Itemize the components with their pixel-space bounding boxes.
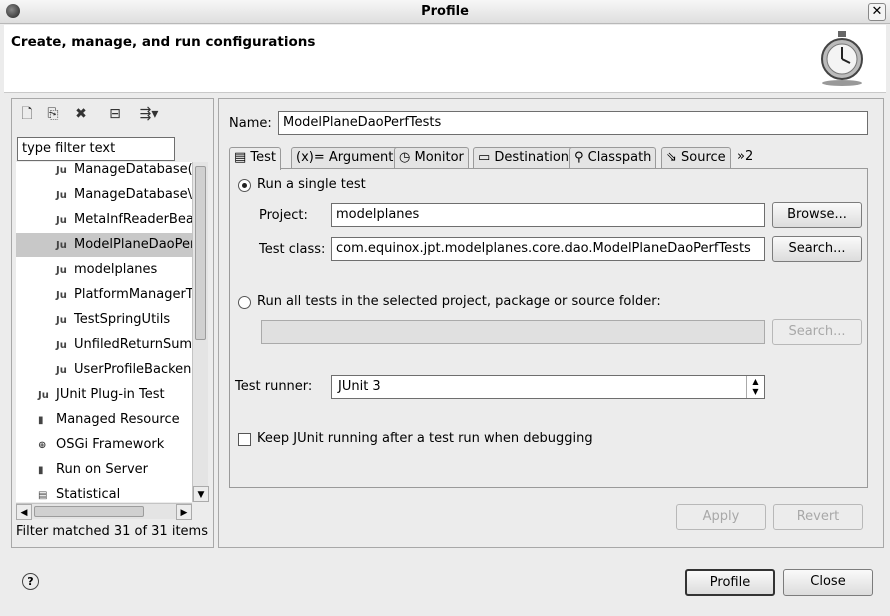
tab-source[interactable]: ⇘ Source <box>661 147 731 169</box>
junit-icon: Ju <box>56 240 67 251</box>
tree-item[interactable]: Ju ManageDatabase\ <box>56 183 192 207</box>
test-class-field[interactable]: com.equinox.jpt.modelplanes.core.dao.Mod… <box>331 237 765 261</box>
spinner-arrows-icon: ▲ ▼ <box>746 376 764 398</box>
name-field[interactable]: ModelPlaneDaoPerfTests <box>278 111 868 135</box>
window-title: Profile <box>421 4 469 19</box>
run-single-test-label: Run a single test <box>257 177 366 192</box>
profile-button[interactable]: Profile <box>685 569 775 596</box>
tab-arguments[interactable]: (x)= Arguments <box>291 147 406 169</box>
duplicate-icon[interactable]: ⎘ <box>44 105 62 123</box>
tree-item-selected[interactable]: Ju ModelPlaneDaoPer <box>16 233 192 257</box>
tree-item[interactable]: Ju UserProfileBacken <box>56 358 191 382</box>
collapse-all-icon[interactable]: ⊟ <box>106 105 124 123</box>
delete-icon[interactable]: ✖ <box>72 105 90 123</box>
apply-button: Apply <box>676 504 766 530</box>
title-bar: Profile ✕ <box>0 0 890 24</box>
header-title: Create, manage, and run configurations <box>11 34 316 50</box>
tab-monitor[interactable]: ◷ Monitor <box>394 147 469 169</box>
tree-item[interactable]: Ju MetaInfReaderBea <box>56 208 192 232</box>
run-all-tests-label: Run all tests in the selected project, p… <box>257 294 661 309</box>
junit-icon: Ju <box>56 190 67 201</box>
junit-icon: Ju <box>56 215 67 226</box>
dialog-header: Create, manage, and run configurations <box>4 25 886 93</box>
junit-icon: Ju <box>56 340 67 351</box>
managed-resource-icon: ▮ <box>38 415 44 426</box>
junit-icon: Ju <box>56 315 67 326</box>
junit-icon: Ju <box>56 290 67 301</box>
tree-item[interactable]: ⊕ OSGi Framework <box>38 433 164 457</box>
test-runner-value: JUnit 3 <box>338 379 381 394</box>
tree-item[interactable]: Ju TestSpringUtils <box>56 308 170 332</box>
tab-overflow[interactable]: »2 <box>733 147 757 169</box>
scrollbar-thumb[interactable] <box>34 506 144 517</box>
project-label: Project: <box>259 208 308 223</box>
junit-icon: Ju <box>56 165 67 176</box>
search-container-button: Search... <box>772 319 862 345</box>
scroll-down-arrow[interactable]: ▼ <box>193 486 209 502</box>
tree-item[interactable]: ▤ Statistical <box>38 483 120 502</box>
tab-strip: ▤ Test (x)= Arguments ◷ Monitor ▭ Destin… <box>229 147 869 170</box>
test-class-label: Test class: <box>259 242 326 257</box>
tree-item[interactable]: Ju ManageDatabase( <box>56 162 192 182</box>
close-button[interactable]: Close <box>783 569 873 596</box>
scroll-left-arrow[interactable]: ◀ <box>16 504 32 520</box>
scroll-right-arrow[interactable]: ▶ <box>176 504 192 520</box>
name-label: Name: <box>229 116 272 131</box>
tree-item[interactable]: Ju modelplanes <box>56 258 157 282</box>
run-single-test-radio[interactable] <box>238 179 251 192</box>
tab-classpath[interactable]: ⚲ Classpath <box>569 147 657 169</box>
close-window-button[interactable]: ✕ <box>868 3 886 21</box>
search-button[interactable]: Search... <box>772 236 862 262</box>
scrollbar-thumb[interactable] <box>195 166 206 340</box>
junit-icon: Ju <box>56 265 67 276</box>
revert-button: Revert <box>773 504 863 530</box>
filter-status: Filter matched 31 of 31 items <box>16 524 208 539</box>
configuration-tree[interactable]: Ju ManageDatabase( Ju ManageDatabase\ Ju Me… <box>16 162 192 502</box>
help-icon[interactable]: ? <box>22 573 39 590</box>
tree-horizontal-scrollbar[interactable]: ◀ ▶ <box>16 503 192 520</box>
new-configuration-icon[interactable]: 🗋 <box>18 105 36 123</box>
filter-input[interactable]: type filter text <box>17 137 175 161</box>
filter-menu-icon[interactable]: ⇶▾ <box>134 105 164 123</box>
server-icon: ▮ <box>38 465 44 476</box>
tree-item[interactable]: Ju JUnit Plug-in Test <box>38 383 165 407</box>
statistical-icon: ▤ <box>38 490 48 501</box>
test-runner-select[interactable]: JUnit 3 ▲ ▼ <box>331 375 765 399</box>
run-all-tests-radio[interactable] <box>238 296 251 309</box>
keep-junit-running-label: Keep JUnit running after a test run when… <box>257 431 593 446</box>
tab-destination[interactable]: ▭ Destination <box>473 147 575 169</box>
tree-vertical-scrollbar[interactable]: ▼ <box>192 162 209 502</box>
junit-icon: Ju <box>56 365 67 376</box>
osgi-icon: ⊕ <box>38 440 47 451</box>
tree-item[interactable]: ▮ Run on Server <box>38 458 148 482</box>
stopwatch-icon <box>821 31 863 86</box>
keep-junit-running-checkbox[interactable] <box>238 433 251 446</box>
browse-button[interactable]: Browse... <box>772 202 862 228</box>
tree-item[interactable]: Ju UnfiledReturnSumi <box>56 333 192 357</box>
test-runner-label: Test runner: <box>235 379 313 394</box>
tab-test[interactable]: ▤ Test <box>229 147 282 170</box>
container-field <box>261 320 765 344</box>
junit-plugin-icon: Ju <box>38 390 49 401</box>
project-field[interactable]: modelplanes <box>331 203 765 227</box>
tree-item[interactable]: ▮ Managed Resource <box>38 408 180 432</box>
tree-item[interactable]: Ju PlatformManagerT <box>56 283 192 307</box>
